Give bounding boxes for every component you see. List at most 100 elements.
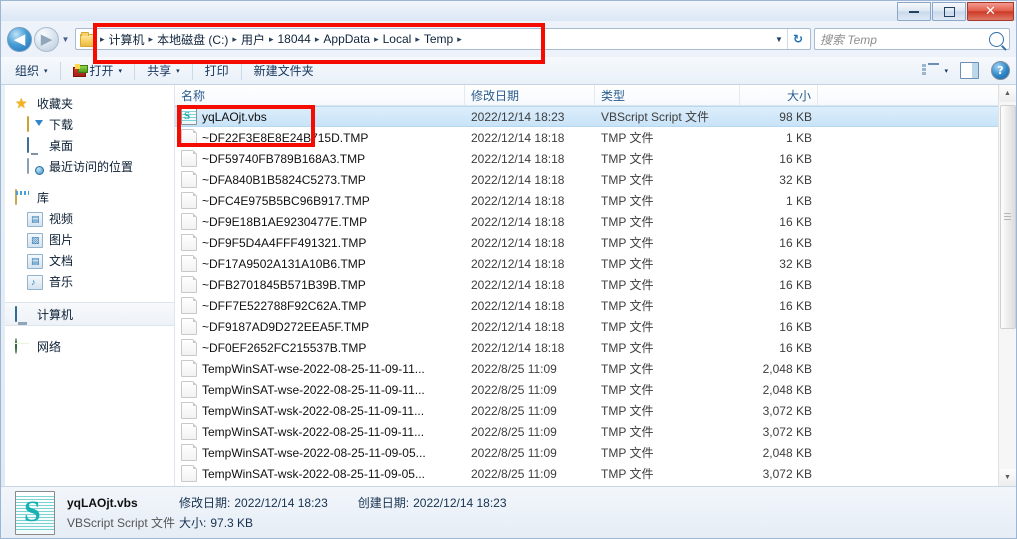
change-view-icon[interactable] bbox=[922, 63, 940, 78]
file-name-cell[interactable]: TempWinSAT-wsk-2022-08-25-11-09-05... bbox=[175, 465, 465, 482]
column-header-date-modified[interactable]: 修改日期 bbox=[465, 85, 595, 105]
sidebar-item-computer[interactable]: 计算机 bbox=[1, 302, 174, 326]
minimize-button[interactable] bbox=[897, 2, 931, 21]
table-row[interactable]: ~DF17A9502A131A10B6.TMP 2022/12/14 18:18 T… bbox=[175, 253, 998, 274]
sidebar-item-network[interactable]: 网络 bbox=[1, 336, 174, 357]
table-row[interactable]: ~DF9F5D4A4FFF491321.TMP 2022/12/14 18:18 T… bbox=[175, 232, 998, 253]
column-header-size[interactable]: 大小 bbox=[740, 85, 818, 105]
file-type-cell: TMP 文件 bbox=[601, 173, 654, 187]
organize-button[interactable]: 组织 ▾ bbox=[7, 59, 56, 82]
toolbar-divider bbox=[240, 61, 242, 80]
column-header-type[interactable]: 类型 bbox=[595, 85, 740, 105]
close-icon: ✕ bbox=[985, 4, 996, 19]
sidebar-label: 视频 bbox=[49, 212, 74, 226]
file-name-cell[interactable]: ~DFB2701845B571B39B.TMP bbox=[175, 276, 465, 293]
close-button[interactable]: ✕ bbox=[967, 2, 1014, 21]
share-button[interactable]: 共享 ▾ bbox=[139, 59, 188, 82]
column-header-name[interactable]: 名称 bbox=[175, 85, 465, 105]
file-type-cell: TMP 文件 bbox=[601, 215, 654, 229]
file-name-cell[interactable]: TempWinSAT-wse-2022-08-25-11-09-05... bbox=[175, 444, 465, 461]
table-row[interactable]: TempWinSAT-wse-2022-08-25-11-09-11... 202… bbox=[175, 358, 998, 379]
table-row[interactable]: TempWinSAT-wse-2022-08-25-11-09-11... 202… bbox=[175, 379, 998, 400]
file-name-cell[interactable]: ~DFC4E975B5BC96B917.TMP bbox=[175, 192, 465, 209]
breadcrumb-separator: ▸ bbox=[232, 33, 237, 44]
search-input[interactable]: 搜索 Temp bbox=[820, 31, 989, 48]
address-dropdown-button[interactable]: ▼ bbox=[771, 35, 787, 44]
preview-pane-icon[interactable] bbox=[960, 62, 979, 79]
chevron-down-icon[interactable]: ▾ bbox=[944, 67, 948, 75]
back-arrow-icon: ◀ bbox=[13, 31, 26, 48]
table-row[interactable]: ~DFA840B1B5824C5273.TMP 2022/12/14 18:18 T… bbox=[175, 169, 998, 190]
breadcrumb-item-computer[interactable]: 计算机 bbox=[106, 30, 148, 49]
sidebar-item-favorites[interactable]: ★ 收藏夹 bbox=[1, 93, 174, 114]
table-row[interactable]: ~DFF7E522788F92C62A.TMP 2022/12/14 18:18 T… bbox=[175, 295, 998, 316]
open-button[interactable]: 打开 ▾ bbox=[65, 59, 131, 82]
file-date-cell: 2022/12/14 18:23 bbox=[471, 109, 565, 124]
file-name-cell[interactable]: ~DF9F5D4A4FFF491321.TMP bbox=[175, 234, 465, 251]
table-row[interactable]: ~DF0EF2652FC215537B.TMP 2022/12/14 18:18 T… bbox=[175, 337, 998, 358]
sidebar-item-documents[interactable]: ▤ 文档 bbox=[1, 250, 174, 271]
file-name-cell[interactable]: ~DF9E18B1AE9230477E.TMP bbox=[175, 213, 465, 230]
file-name-cell[interactable]: TempWinSAT-wse-2022-08-25-11-09-11... bbox=[175, 360, 465, 377]
breadcrumb-item-users[interactable]: 用户 bbox=[238, 30, 268, 49]
file-name-cell[interactable]: ~DF0EF2652FC215537B.TMP bbox=[175, 339, 465, 356]
breadcrumb-item-local-disk[interactable]: 本地磁盘 (C:) bbox=[154, 30, 231, 49]
file-name-cell[interactable]: ~DF22F3E8E8E24B715D.TMP bbox=[175, 129, 465, 146]
table-row[interactable]: ~DF59740FB789B168A3.TMP 2022/12/14 18:18 T… bbox=[175, 148, 998, 169]
file-name-cell[interactable]: ~DF17A9502A131A10B6.TMP bbox=[175, 255, 465, 272]
sidebar-label: 下载 bbox=[49, 118, 74, 132]
file-name-cell[interactable]: TempWinSAT-wsk-2022-08-25-11-09-11... bbox=[175, 402, 465, 419]
sidebar-item-libraries[interactable]: 库 bbox=[1, 187, 174, 208]
breadcrumb-item-appdata[interactable]: AppData bbox=[320, 31, 373, 47]
vertical-scrollbar[interactable]: ▲ ▼ bbox=[998, 85, 1016, 486]
scroll-up-button[interactable]: ▲ bbox=[999, 85, 1016, 102]
sidebar-item-music[interactable]: ♪ 音乐 bbox=[1, 271, 174, 292]
sidebar-item-desktop[interactable]: 桌面 bbox=[1, 135, 174, 156]
history-dropdown-button[interactable]: ▼ bbox=[60, 35, 71, 44]
table-row[interactable]: ~DFB2701845B571B39B.TMP 2022/12/14 18:18 T… bbox=[175, 274, 998, 295]
file-list-pane: 名称 修改日期 类型 大小 yqLAOjt.vbs 2022/12/14 18:2… bbox=[175, 85, 998, 486]
sidebar-item-pictures[interactable]: ▨ 图片 bbox=[1, 229, 174, 250]
file-size-cell: 98 KB bbox=[779, 109, 812, 124]
breadcrumb-item-18044[interactable]: 18044 bbox=[274, 31, 313, 47]
scroll-down-button[interactable]: ▼ bbox=[999, 469, 1016, 486]
back-button[interactable]: ◀ bbox=[7, 26, 32, 52]
table-row[interactable]: ~DF22F3E8E8E24B715D.TMP 2022/12/14 18:18 T… bbox=[175, 127, 998, 148]
file-name-label: ~DFF7E522788F92C62A.TMP bbox=[202, 298, 367, 313]
table-row[interactable]: ~DF9187AD9D272EEA5F.TMP 2022/12/14 18:18 T… bbox=[175, 316, 998, 337]
table-row[interactable]: ~DF9E18B1AE9230477E.TMP 2022/12/14 18:18 T… bbox=[175, 211, 998, 232]
file-name-cell[interactable]: ~DFF7E522788F92C62A.TMP bbox=[175, 297, 465, 314]
table-row[interactable]: TempWinSAT-wsk-2022-08-25-11-09-11... 202… bbox=[175, 400, 998, 421]
file-name-cell[interactable]: yqLAOjt.vbs bbox=[175, 108, 465, 125]
sidebar-item-downloads[interactable]: 下载 bbox=[1, 114, 174, 135]
tmp-file-icon bbox=[181, 150, 197, 167]
print-button[interactable]: 打印 bbox=[197, 59, 237, 82]
maximize-button[interactable] bbox=[932, 2, 966, 21]
breadcrumb-item-local[interactable]: Local bbox=[380, 31, 415, 47]
table-row[interactable]: yqLAOjt.vbs 2022/12/14 18:23 VBScript Scri… bbox=[175, 106, 998, 127]
scrollbar-thumb[interactable] bbox=[1000, 105, 1016, 329]
tmp-file-icon bbox=[181, 444, 197, 461]
forward-button[interactable]: ▶ bbox=[34, 26, 59, 52]
breadcrumb-item-temp[interactable]: Temp bbox=[421, 31, 456, 47]
sidebar-item-videos[interactable]: ▤ 视频 bbox=[1, 208, 174, 229]
table-row[interactable]: ~DFC4E975B5BC96B917.TMP 2022/12/14 18:18 T… bbox=[175, 190, 998, 211]
file-name-cell[interactable]: TempWinSAT-wsk-2022-08-25-11-09-11... bbox=[175, 423, 465, 440]
breadcrumb: ▸ 计算机 ▸ 本地磁盘 (C:) ▸ 用户 ▸ 18044 ▸ AppData… bbox=[99, 30, 771, 49]
table-row[interactable]: TempWinSAT-wse-2022-08-25-11-09-05... 202… bbox=[175, 442, 998, 463]
sidebar-item-recent-places[interactable]: 最近访问的位置 bbox=[1, 156, 174, 177]
file-name-cell[interactable]: ~DF9187AD9D272EEA5F.TMP bbox=[175, 318, 465, 335]
search-box[interactable]: 搜索 Temp bbox=[814, 28, 1010, 50]
file-name-cell[interactable]: ~DF59740FB789B168A3.TMP bbox=[175, 150, 465, 167]
help-icon[interactable]: ? bbox=[991, 61, 1010, 80]
refresh-button[interactable]: ↻ bbox=[787, 29, 808, 49]
address-bar[interactable]: ▸ 计算机 ▸ 本地磁盘 (C:) ▸ 用户 ▸ 18044 ▸ AppData… bbox=[75, 28, 811, 50]
new-folder-button[interactable]: 新建文件夹 bbox=[246, 59, 322, 82]
recent-places-icon bbox=[27, 158, 43, 174]
table-row[interactable]: TempWinSAT-wsk-2022-08-25-11-09-11... 202… bbox=[175, 421, 998, 442]
file-name-cell[interactable]: TempWinSAT-wse-2022-08-25-11-09-11... bbox=[175, 381, 465, 398]
file-date-cell: 2022/12/14 18:18 bbox=[471, 172, 565, 187]
file-name-cell[interactable]: ~DFA840B1B5824C5273.TMP bbox=[175, 171, 465, 188]
table-row[interactable]: TempWinSAT-wsk-2022-08-25-11-09-05... 202… bbox=[175, 463, 998, 484]
sidebar-label: 图片 bbox=[49, 233, 74, 247]
